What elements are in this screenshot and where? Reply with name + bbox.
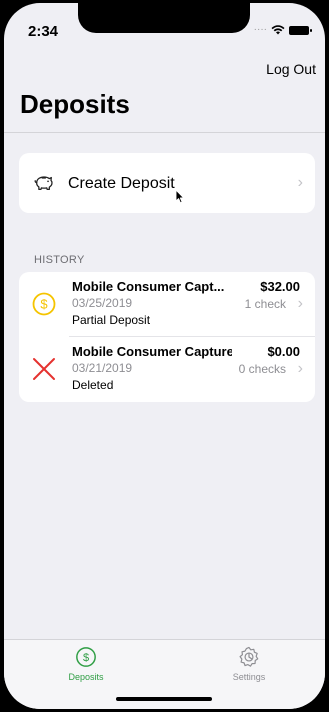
page-title: Deposits: [20, 89, 130, 119]
mouse-cursor-icon: [175, 189, 185, 204]
home-indicator: [116, 697, 212, 701]
dollar-coin-icon: $: [32, 292, 56, 316]
battery-icon: [289, 25, 312, 35]
tab-settings[interactable]: Settings: [189, 646, 309, 682]
piggy-bank-icon: [34, 176, 53, 190]
x-mark-icon: [33, 358, 55, 380]
deposit-title: Mobile Consumer Capture: [72, 344, 232, 359]
deposit-status: Deleted: [72, 378, 114, 392]
history-row[interactable]: Mobile Consumer Capture 03/21/2019 Delet…: [19, 337, 315, 401]
deposit-check-count: 1 check: [244, 297, 286, 311]
notch: [78, 3, 250, 33]
chevron-right-icon: ›: [297, 295, 303, 312]
deposit-date: 03/25/2019: [72, 296, 133, 310]
deposit-status: Partial Deposit: [72, 313, 151, 327]
log-out-button[interactable]: Log Out: [266, 61, 316, 77]
create-deposit-label: Create Deposit: [68, 175, 175, 192]
svg-text:$: $: [40, 297, 48, 312]
tab-deposits[interactable]: $ Deposits: [26, 646, 146, 682]
dollar-circle-icon: $: [76, 647, 96, 667]
status-indicators: ····: [253, 24, 312, 35]
wifi-icon: [271, 25, 285, 35]
chevron-right-icon: ›: [297, 360, 303, 377]
gear-icon: [239, 646, 259, 667]
status-time: 2:34: [28, 23, 59, 40]
chevron-right-icon: ›: [297, 174, 303, 191]
tab-deposits-label: Deposits: [68, 672, 104, 682]
signal-icon: ····: [253, 24, 267, 35]
history-row[interactable]: $ Mobile Consumer Capt... 03/25/2019 Par…: [19, 272, 315, 337]
deposit-title: Mobile Consumer Capt...: [72, 279, 225, 294]
history-list: $ Mobile Consumer Capt... 03/25/2019 Par…: [19, 272, 315, 402]
svg-text:$: $: [83, 652, 89, 664]
deposit-check-count: 0 checks: [238, 362, 286, 376]
deposit-amount: $0.00: [267, 344, 300, 359]
title-divider: [4, 132, 325, 133]
phone-screen: 2:34 ···· Log Out Deposits Create Deposi…: [4, 3, 325, 709]
history-section-header: HISTORY: [34, 254, 85, 266]
create-deposit-button[interactable]: Create Deposit ›: [19, 153, 315, 213]
deposit-amount: $32.00: [260, 279, 300, 294]
deposit-date: 03/21/2019: [72, 361, 133, 375]
tab-settings-label: Settings: [232, 672, 266, 682]
